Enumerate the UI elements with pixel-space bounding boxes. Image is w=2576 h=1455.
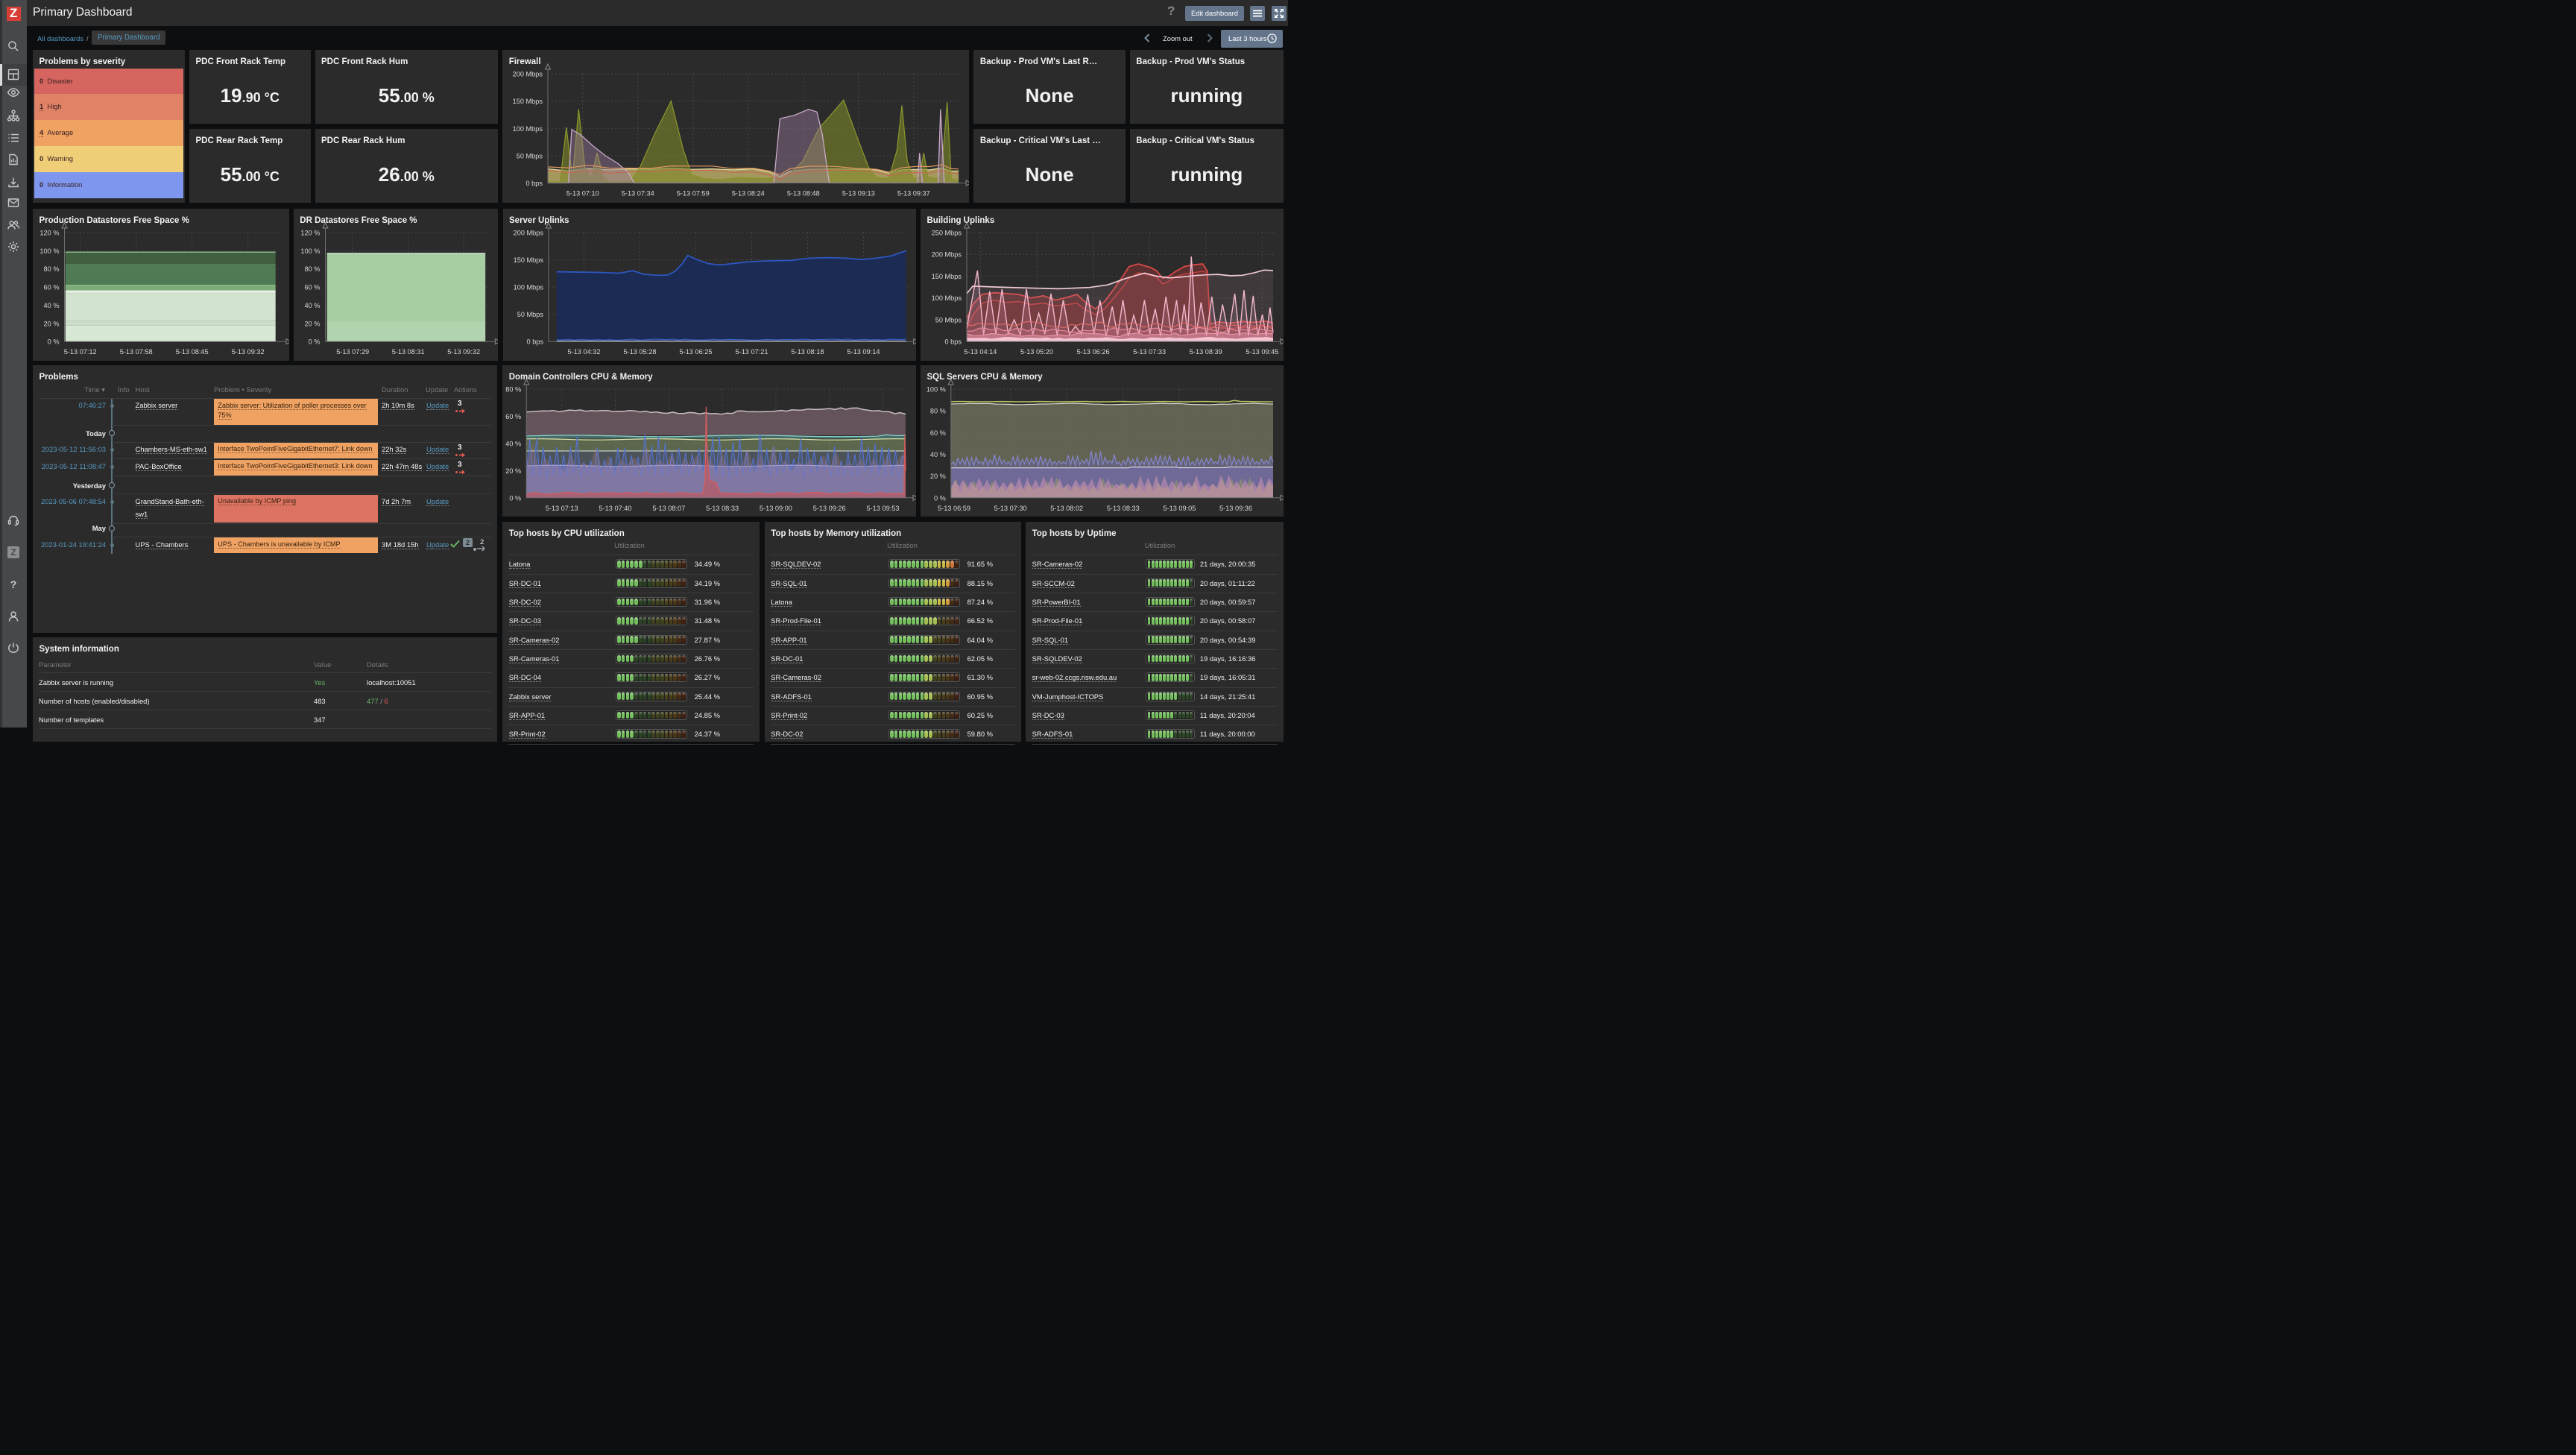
svg-text:20 %: 20 % [44,320,60,327]
svg-text:5-13 08:24: 5-13 08:24 [732,189,765,197]
svg-text:120 %: 120 % [40,229,59,236]
svg-text:5-13 08:45: 5-13 08:45 [176,348,209,356]
svg-text:100 Mbps: 100 Mbps [932,294,962,302]
svg-text:80 %: 80 % [930,407,946,414]
svg-text:50 Mbps: 50 Mbps [935,316,962,323]
svg-text:5-13 09:13: 5-13 09:13 [842,189,875,197]
svg-text:5-13 07:58: 5-13 07:58 [120,348,153,356]
svg-text:80 %: 80 % [505,385,521,393]
svg-text:150 Mbps: 150 Mbps [932,272,962,280]
svg-text:40 %: 40 % [505,440,521,447]
svg-text:0 %: 0 % [308,338,320,345]
svg-text:5-13 09:53: 5-13 09:53 [867,504,900,511]
svg-text:5-13 08:33: 5-13 08:33 [1107,504,1140,511]
svg-text:200 Mbps: 200 Mbps [513,71,543,78]
svg-text:5-13 05:28: 5-13 05:28 [623,348,656,356]
svg-text:5-13 07:40: 5-13 07:40 [599,504,632,511]
svg-text:5-13 06:26: 5-13 06:26 [1077,348,1110,356]
svg-text:50 Mbps: 50 Mbps [517,311,543,318]
svg-text:80 %: 80 % [44,265,60,273]
svg-text:150 Mbps: 150 Mbps [513,256,543,264]
svg-text:5-13 07:34: 5-13 07:34 [622,189,654,197]
svg-text:5-13 09:36: 5-13 09:36 [1219,504,1252,511]
svg-text:5-13 09:14: 5-13 09:14 [847,348,880,356]
svg-text:5-13 09:26: 5-13 09:26 [813,504,846,511]
svg-text:5-13 08:39: 5-13 08:39 [1190,348,1222,356]
svg-text:5-13 08:18: 5-13 08:18 [791,348,824,356]
svg-text:0 bps: 0 bps [526,180,543,187]
svg-text:5-13 08:31: 5-13 08:31 [392,348,425,356]
svg-text:5-13 07:21: 5-13 07:21 [735,348,768,356]
svg-text:20 %: 20 % [304,320,320,327]
svg-text:5-13 09:37: 5-13 09:37 [897,189,930,197]
svg-text:5-13 07:33: 5-13 07:33 [1133,348,1166,356]
svg-text:5-13 07:12: 5-13 07:12 [64,348,97,356]
svg-text:20 %: 20 % [930,473,946,480]
svg-text:100 %: 100 % [40,247,59,254]
svg-text:5-13 07:59: 5-13 07:59 [677,189,710,197]
svg-text:5-13 05:20: 5-13 05:20 [1020,348,1053,356]
svg-text:0 %: 0 % [934,494,946,502]
svg-text:5-13 07:10: 5-13 07:10 [566,189,599,197]
svg-text:60 %: 60 % [930,429,946,436]
svg-text:5-13 09:32: 5-13 09:32 [447,348,480,356]
svg-text:50 Mbps: 50 Mbps [517,152,543,160]
svg-text:40 %: 40 % [930,451,946,458]
svg-text:60 %: 60 % [44,283,60,291]
svg-text:100 Mbps: 100 Mbps [513,283,543,291]
svg-text:60 %: 60 % [304,283,320,291]
svg-text:5-13 08:48: 5-13 08:48 [787,189,820,197]
svg-text:5-13 09:05: 5-13 09:05 [1163,504,1196,511]
svg-text:5-13 09:45: 5-13 09:45 [1246,348,1278,356]
svg-text:5-13 07:30: 5-13 07:30 [994,504,1027,511]
svg-text:40 %: 40 % [44,301,60,309]
svg-text:150 Mbps: 150 Mbps [513,98,543,105]
svg-text:80 %: 80 % [304,265,320,273]
svg-text:5-13 08:02: 5-13 08:02 [1050,504,1083,511]
svg-text:40 %: 40 % [304,301,320,309]
svg-text:200 Mbps: 200 Mbps [513,229,543,236]
svg-text:100 %: 100 % [926,385,946,393]
svg-text:60 %: 60 % [505,413,521,420]
svg-text:0 bps: 0 bps [945,338,962,345]
svg-text:5-13 06:25: 5-13 06:25 [679,348,712,356]
svg-text:5-13 08:33: 5-13 08:33 [706,504,739,511]
svg-text:200 Mbps: 200 Mbps [932,250,962,258]
svg-text:5-13 06:59: 5-13 06:59 [938,504,970,511]
svg-text:120 %: 120 % [300,229,320,236]
svg-text:0 %: 0 % [510,494,522,502]
svg-text:0 bps: 0 bps [526,338,543,345]
svg-text:5-13 04:32: 5-13 04:32 [567,348,600,356]
svg-text:0 %: 0 % [48,338,60,345]
svg-text:5-13 09:32: 5-13 09:32 [232,348,265,356]
svg-text:100 Mbps: 100 Mbps [513,125,543,133]
svg-text:20 %: 20 % [505,467,521,474]
svg-text:5-13 07:29: 5-13 07:29 [336,348,369,356]
svg-text:5-13 09:00: 5-13 09:00 [760,504,792,511]
svg-text:100 %: 100 % [300,247,320,254]
svg-text:5-13 08:07: 5-13 08:07 [653,504,686,511]
svg-text:5-13 07:13: 5-13 07:13 [546,504,578,511]
svg-text:250 Mbps: 250 Mbps [932,229,962,236]
svg-text:5-13 04:14: 5-13 04:14 [964,348,997,356]
